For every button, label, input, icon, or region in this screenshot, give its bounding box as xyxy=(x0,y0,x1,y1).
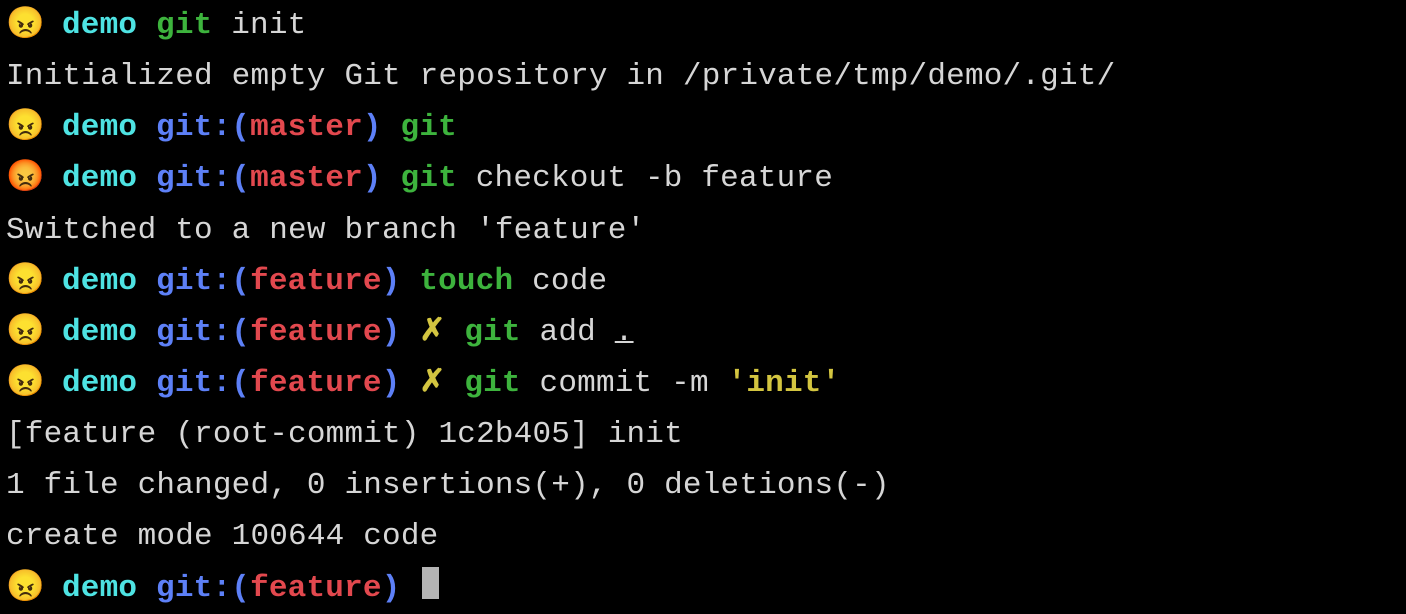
prompt-dir: demo xyxy=(62,8,137,43)
output-line: 1 file changed, 0 insertions(+), 0 delet… xyxy=(6,460,1400,511)
angry-face-icon: 😠 xyxy=(6,102,43,153)
prompt-paren-open: ( xyxy=(231,264,250,299)
prompt-paren-close: ) xyxy=(382,366,401,401)
prompt-branch: master xyxy=(250,161,363,196)
prompt-paren-close: ) xyxy=(382,315,401,350)
prompt-paren-open: ( xyxy=(231,571,250,606)
prompt-line: 😠 demo git:(feature) ✗ git add . xyxy=(6,307,1400,358)
prompt-git-label: git: xyxy=(156,571,231,606)
cmd-segment: git xyxy=(464,366,520,401)
prompt-dir: demo xyxy=(62,366,137,401)
prompt-branch: master xyxy=(250,110,363,145)
cmd-segment: git xyxy=(156,8,212,43)
prompt-paren-close: ) xyxy=(382,264,401,299)
prompt-paren-open: ( xyxy=(231,315,250,350)
output-text: create mode 100644 code xyxy=(6,519,438,554)
prompt-line: 😠 demo git:(feature) ✗ git commit -m 'in… xyxy=(6,358,1400,409)
cmd-segment: . xyxy=(615,315,634,350)
output-line: Switched to a new branch 'feature' xyxy=(6,205,1400,256)
prompt-paren-open: ( xyxy=(231,366,250,401)
prompt-dir: demo xyxy=(62,315,137,350)
output-line: [feature (root-commit) 1c2b405] init xyxy=(6,409,1400,460)
dirty-marker-icon: ✗ xyxy=(419,315,445,350)
prompt-line: 😠 demo git:(feature) xyxy=(6,563,1400,614)
cmd-segment: 'init' xyxy=(728,366,841,401)
angry-face-icon: 😠 xyxy=(6,307,43,358)
dirty-marker-icon: ✗ xyxy=(419,366,445,401)
prompt-branch: feature xyxy=(250,571,382,606)
output-line: create mode 100644 code xyxy=(6,511,1400,562)
prompt-git-label: git: xyxy=(156,161,231,196)
prompt-branch: feature xyxy=(250,264,382,299)
prompt-line: 😠 demo git:(master) git xyxy=(6,102,1400,153)
prompt-dir: demo xyxy=(62,571,137,606)
angry-face-icon: 😠 xyxy=(6,358,43,409)
cmd-segment: add xyxy=(521,315,615,350)
cmd-segment: touch xyxy=(419,264,513,299)
prompt-dir: demo xyxy=(62,110,137,145)
prompt-paren-open: ( xyxy=(231,161,250,196)
prompt-paren-close: ) xyxy=(363,161,382,196)
cmd-segment: git xyxy=(401,161,457,196)
prompt-git-label: git: xyxy=(156,110,231,145)
prompt-line: 😠 demo git init xyxy=(6,0,1400,51)
prompt-git-label: git: xyxy=(156,366,231,401)
angry-face-icon: 😠 xyxy=(6,256,43,307)
angry-face-icon: 😠 xyxy=(6,0,43,51)
prompt-line: 😡 demo git:(master) git checkout -b feat… xyxy=(6,153,1400,204)
cmd-segment: checkout -b feature xyxy=(457,161,833,196)
cmd-segment: git xyxy=(464,315,520,350)
prompt-git-label: git: xyxy=(156,264,231,299)
prompt-paren-open: ( xyxy=(231,110,250,145)
cmd-segment: git xyxy=(401,110,457,145)
output-text: 1 file changed, 0 insertions(+), 0 delet… xyxy=(6,468,890,503)
cmd-segment: init xyxy=(212,8,306,43)
prompt-paren-close: ) xyxy=(363,110,382,145)
prompt-branch: feature xyxy=(250,315,382,350)
prompt-dir: demo xyxy=(62,264,137,299)
angry-face-icon: 😠 xyxy=(6,563,43,614)
prompt-dir: demo xyxy=(62,161,137,196)
cmd-segment: commit -m xyxy=(521,366,728,401)
output-text: [feature (root-commit) 1c2b405] init xyxy=(6,417,683,452)
cmd-segment: code xyxy=(513,264,607,299)
prompt-branch: feature xyxy=(250,366,382,401)
output-text: Switched to a new branch 'feature' xyxy=(6,213,645,248)
output-text: Initialized empty Git repository in /pri… xyxy=(6,59,1115,94)
output-line: Initialized empty Git repository in /pri… xyxy=(6,51,1400,102)
cursor xyxy=(422,567,439,600)
terminal-output[interactable]: 😠 demo git init Initialized empty Git rep… xyxy=(6,0,1400,614)
prompt-git-label: git: xyxy=(156,315,231,350)
prompt-line: 😠 demo git:(feature) touch code xyxy=(6,256,1400,307)
pouting-face-icon: 😡 xyxy=(6,153,43,204)
prompt-paren-close: ) xyxy=(382,571,401,606)
